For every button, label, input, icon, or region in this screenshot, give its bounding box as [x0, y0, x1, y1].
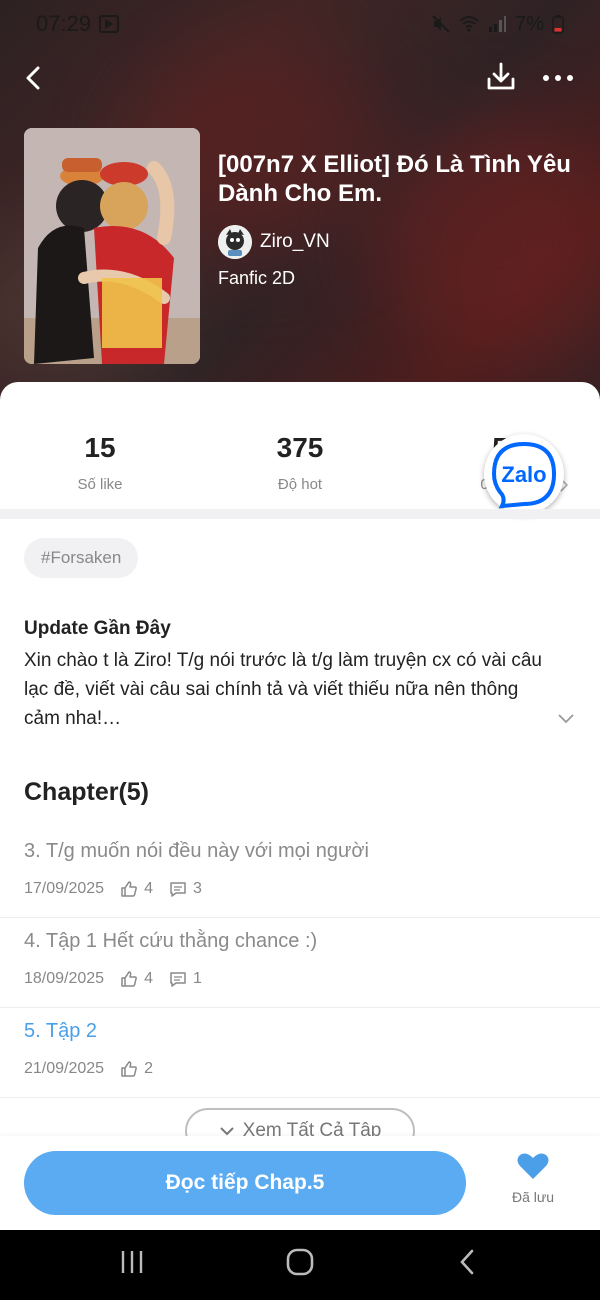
status-time: 07:29	[36, 11, 92, 36]
story-detail-sheet: 15 Số like 375 Độ hot 5 0 ngư Zalo #Fors…	[0, 382, 600, 1300]
home-icon[interactable]	[284, 1246, 316, 1278]
stat-likes: 15 Số like	[0, 432, 200, 493]
section-divider	[0, 509, 600, 519]
top-bar	[0, 56, 600, 100]
chapter-comments: 1	[192, 970, 202, 987]
author-avatar[interactable]	[218, 225, 252, 259]
zalo-label: Zalo	[501, 462, 546, 487]
saved-button[interactable]: Đã lưu	[500, 1152, 566, 1205]
bottom-action-bar: Đọc tiếp Chap.5 Đã lưu	[0, 1136, 600, 1230]
chapter-name[interactable]: 5. Tập 2	[24, 1020, 97, 1043]
zalo-icon: Zalo	[486, 436, 562, 512]
comment-icon	[170, 882, 186, 897]
zalo-share-button[interactable]: Zalo	[484, 434, 564, 514]
stat-value: 15	[84, 432, 116, 463]
back-arrow-icon[interactable]	[18, 60, 50, 96]
tag-chip[interactable]: #Forsaken	[24, 538, 139, 578]
more-icon[interactable]	[540, 64, 576, 92]
chapter-likes: 4	[144, 970, 153, 987]
stat-label: Số like	[77, 476, 123, 493]
author-row[interactable]: Ziro_VN	[218, 224, 330, 260]
chapter-item[interactable]: 3. T/g muốn nói đều này với mọi người 17…	[0, 828, 600, 918]
chapter-meta: 18/09/2025 4 1	[24, 970, 202, 988]
thumbs-up-icon	[121, 1061, 137, 1077]
battery-low-icon	[552, 15, 564, 34]
download-icon[interactable]	[484, 60, 518, 94]
chapter-date: 21/09/2025	[24, 1060, 105, 1077]
stat-value: 375	[276, 432, 324, 463]
wifi-icon	[459, 16, 479, 32]
chapter-meta: 17/09/2025 4 3	[24, 880, 202, 898]
signal-icon	[489, 16, 507, 32]
comment-icon	[170, 972, 186, 987]
nav-back-icon[interactable]	[458, 1248, 476, 1276]
chapter-likes: 2	[144, 1060, 153, 1077]
chevron-down-icon	[219, 1127, 234, 1136]
chapter-comments: 3	[192, 880, 202, 897]
update-title: Update Gần Đây	[24, 618, 171, 639]
chapter-meta: 21/09/2025 2	[24, 1060, 153, 1078]
system-navigation-bar	[0, 1230, 600, 1300]
chapter-item[interactable]: 4. Tập 1 Hết cứu thằng chance :) 18/09/2…	[0, 918, 600, 1008]
thumbs-up-icon	[121, 881, 137, 897]
story-genre: Fanfic 2D	[218, 268, 296, 288]
chapter-name[interactable]: 3. T/g muốn nói đều này với mọi người	[24, 840, 369, 863]
story-title: [007n7 X Elliot] Đó Là Tình Yêu Dành Cho…	[218, 151, 571, 207]
stat-label: Độ hot	[277, 476, 323, 493]
saved-label: Đã lưu	[511, 1189, 555, 1205]
heart-icon	[517, 1153, 549, 1179]
thumbs-up-icon	[121, 971, 137, 987]
chapter-date: 17/09/2025	[24, 880, 105, 897]
mute-icon	[432, 15, 450, 33]
story-cover-image[interactable]	[24, 128, 200, 364]
update-text: Xin chào t là Ziro! T/g nói trước là t/g…	[24, 650, 542, 729]
chapter-name[interactable]: 4. Tập 1 Hết cứu thằng chance :)	[24, 930, 317, 953]
chapter-heading: Chapter(5)	[24, 778, 150, 806]
chapter-likes: 4	[144, 880, 153, 897]
story-header-background: 07:29 7% [007n7 X Elliot] Đó Là Tình Yêu…	[0, 0, 600, 420]
expand-chevron-icon[interactable]	[556, 712, 576, 726]
youtube-icon	[99, 15, 120, 33]
recent-apps-icon[interactable]	[118, 1248, 146, 1276]
author-name[interactable]: Ziro_VN	[260, 231, 330, 253]
battery-percent: 7%	[515, 12, 544, 35]
status-bar: 07:29 7%	[0, 0, 600, 48]
chapter-item-current[interactable]: 5. Tập 2 21/09/2025 2	[0, 1008, 600, 1098]
continue-reading-button[interactable]: Đọc tiếp Chap.5	[24, 1151, 466, 1215]
stat-hot: 375 Độ hot	[200, 432, 400, 493]
chapter-date: 18/09/2025	[24, 970, 105, 987]
